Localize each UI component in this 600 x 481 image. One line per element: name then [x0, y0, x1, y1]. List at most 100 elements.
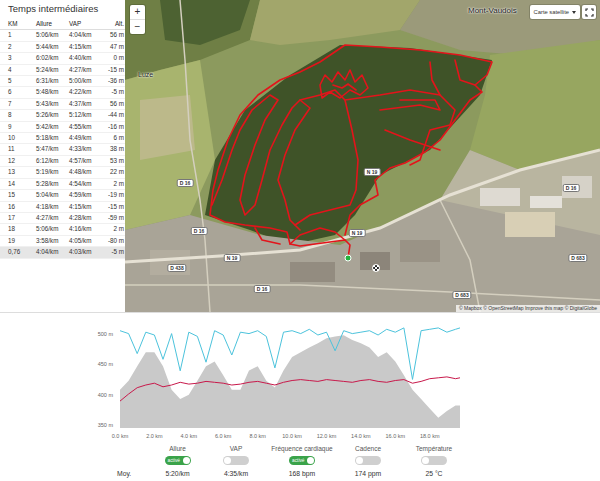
start-marker-icon[interactable] [345, 255, 352, 262]
split-cell: 4:27/km [36, 213, 69, 223]
split-row[interactable]: 145:28/km4:54/km2 m [0, 179, 125, 190]
pace-line [120, 328, 460, 380]
split-cell: -15 m [100, 202, 124, 212]
legend-spacer [0, 441, 150, 467]
split-cell: 8 [8, 110, 36, 120]
y-tick: 450 m [98, 361, 114, 367]
split-row[interactable]: 0,764:04/km4:03/km-5 m [0, 247, 125, 258]
split-row[interactable]: 95:42/km4:55/km-16 m [0, 122, 125, 133]
route-segment [212, 95, 310, 230]
split-row[interactable]: 15:06/km4:04/km56 m [0, 30, 125, 41]
x-tick: 0.0 km [112, 433, 129, 439]
toggle-knob [224, 457, 231, 464]
road-label: N 19 [349, 229, 366, 237]
split-row[interactable]: 126:12/km4:57/km53 m [0, 156, 125, 167]
split-cell: 6:31/km [36, 76, 69, 86]
route-segment [255, 228, 280, 244]
split-cell: 4:04/km [69, 30, 100, 40]
split-row[interactable]: 85:26/km5:12/km-44 m [0, 110, 125, 121]
fullscreen-button[interactable] [582, 5, 596, 19]
series-toggle[interactable]: activé [165, 456, 191, 465]
split-cell: 4:15/km [69, 202, 100, 212]
route-segment [320, 70, 368, 98]
split-cell: 4:48/km [69, 167, 100, 177]
split-cell: 4 [8, 65, 36, 75]
split-cell: -19 m [100, 190, 124, 200]
split-cell: 11 [8, 144, 36, 154]
split-cell: 4:33/km [69, 144, 100, 154]
split-cell: 5:26/km [36, 110, 69, 120]
split-cell: 5:48/km [36, 87, 69, 97]
map-type-button[interactable]: Carte satellite [530, 5, 580, 19]
split-cell: 5:12/km [69, 110, 100, 120]
split-cell: 0,76 [8, 247, 36, 257]
split-row[interactable]: 105:18/km4:49/km6 m [0, 133, 125, 144]
split-row[interactable]: 36:02/km4:40/km0 m [0, 53, 125, 64]
series-toggle[interactable] [223, 456, 249, 465]
route-segment [430, 62, 440, 95]
series-toggle[interactable] [421, 456, 447, 465]
split-row[interactable]: 65:48/km4:22/km-5 m [0, 87, 125, 98]
legend-item: Fréquence cardiaque activé [267, 441, 337, 467]
route-segment [385, 130, 440, 150]
place-label: Luze [138, 70, 153, 81]
average-value: 174 ppm [337, 467, 399, 481]
average-value: 5:20/km [150, 467, 205, 481]
road-label: D 683 [568, 254, 587, 262]
split-cell: 2 m [100, 224, 124, 234]
route-segment [210, 45, 492, 258]
fullscreen-icon-lines [586, 9, 593, 16]
legend-label: VAP [230, 445, 243, 453]
finish-marker-icon[interactable] [372, 264, 380, 272]
split-cell: 5:19/km [36, 167, 69, 177]
split-cell: 6 [8, 87, 36, 97]
split-cell: 5:00/km [69, 76, 100, 86]
split-row[interactable]: 193:58/km4:05/km-80 m [0, 236, 125, 247]
split-cell: 56 m [100, 99, 124, 109]
route-map[interactable]: Mont-VaudoisLuzeD 16N 19N 19N 19D 438D 1… [125, 0, 600, 312]
series-toggle[interactable] [355, 456, 381, 465]
split-cell: 4:54/km [69, 179, 100, 189]
split-row[interactable]: 135:19/km4:48/km22 m [0, 167, 125, 178]
split-row[interactable]: 115:47/km4:33/km38 m [0, 144, 125, 155]
split-cell: 4:49/km [69, 133, 100, 143]
legend-label: Fréquence cardiaque [271, 445, 332, 453]
zoom-in-button[interactable]: + [130, 5, 145, 19]
series-toggle[interactable]: activé [289, 456, 315, 465]
split-row[interactable]: 75:43/km4:37/km56 m [0, 99, 125, 110]
satellite-map[interactable] [125, 0, 600, 312]
legend-item: Allureactivé [150, 441, 205, 467]
split-cell: 4:55/km [69, 122, 100, 132]
split-row[interactable]: 174:27/km4:28/km-59 m [0, 213, 125, 224]
split-cell: 53 m [100, 156, 124, 166]
split-cell: 4:40/km [69, 53, 100, 63]
fullscreen-icon [585, 8, 594, 17]
split-cell: 4:04/km [36, 247, 69, 257]
split-cell: 10 [8, 133, 36, 143]
split-row[interactable]: 56:31/km5:00/km-36 m [0, 76, 125, 87]
y-tick: 500 m [98, 331, 114, 337]
route-segment [455, 60, 475, 85]
legend-item: Température [399, 441, 469, 467]
split-row[interactable]: 155:04/km4:59/km-19 m [0, 190, 125, 201]
zoom-out-button[interactable]: − [130, 19, 145, 34]
average-value: 25 °C [399, 467, 469, 481]
split-cell: 0 m [100, 53, 124, 63]
split-cell: 7 [8, 99, 36, 109]
toggle-knob [183, 457, 190, 464]
legend-item: VAP [205, 441, 267, 467]
column-header: VAP [69, 19, 100, 29]
split-cell: -16 m [100, 122, 124, 132]
splits-header: KMAllureVAPAlt. [0, 19, 125, 30]
route-segment [295, 90, 358, 225]
road-label: N 19 [364, 168, 381, 176]
split-cell: 18 [8, 224, 36, 234]
split-cell: 5:04/km [36, 190, 69, 200]
split-row[interactable]: 164:18/km4:15/km-15 m [0, 202, 125, 213]
split-row[interactable]: 45:24/km4:27/km-15 m [0, 65, 125, 76]
y-tick: 350 m [98, 422, 114, 428]
split-row[interactable]: 185:06/km4:16/km2 m [0, 224, 125, 235]
split-cell: 6 m [100, 133, 124, 143]
route-trace [210, 45, 492, 258]
split-row[interactable]: 25:44/km4:15/km47 m [0, 42, 125, 53]
